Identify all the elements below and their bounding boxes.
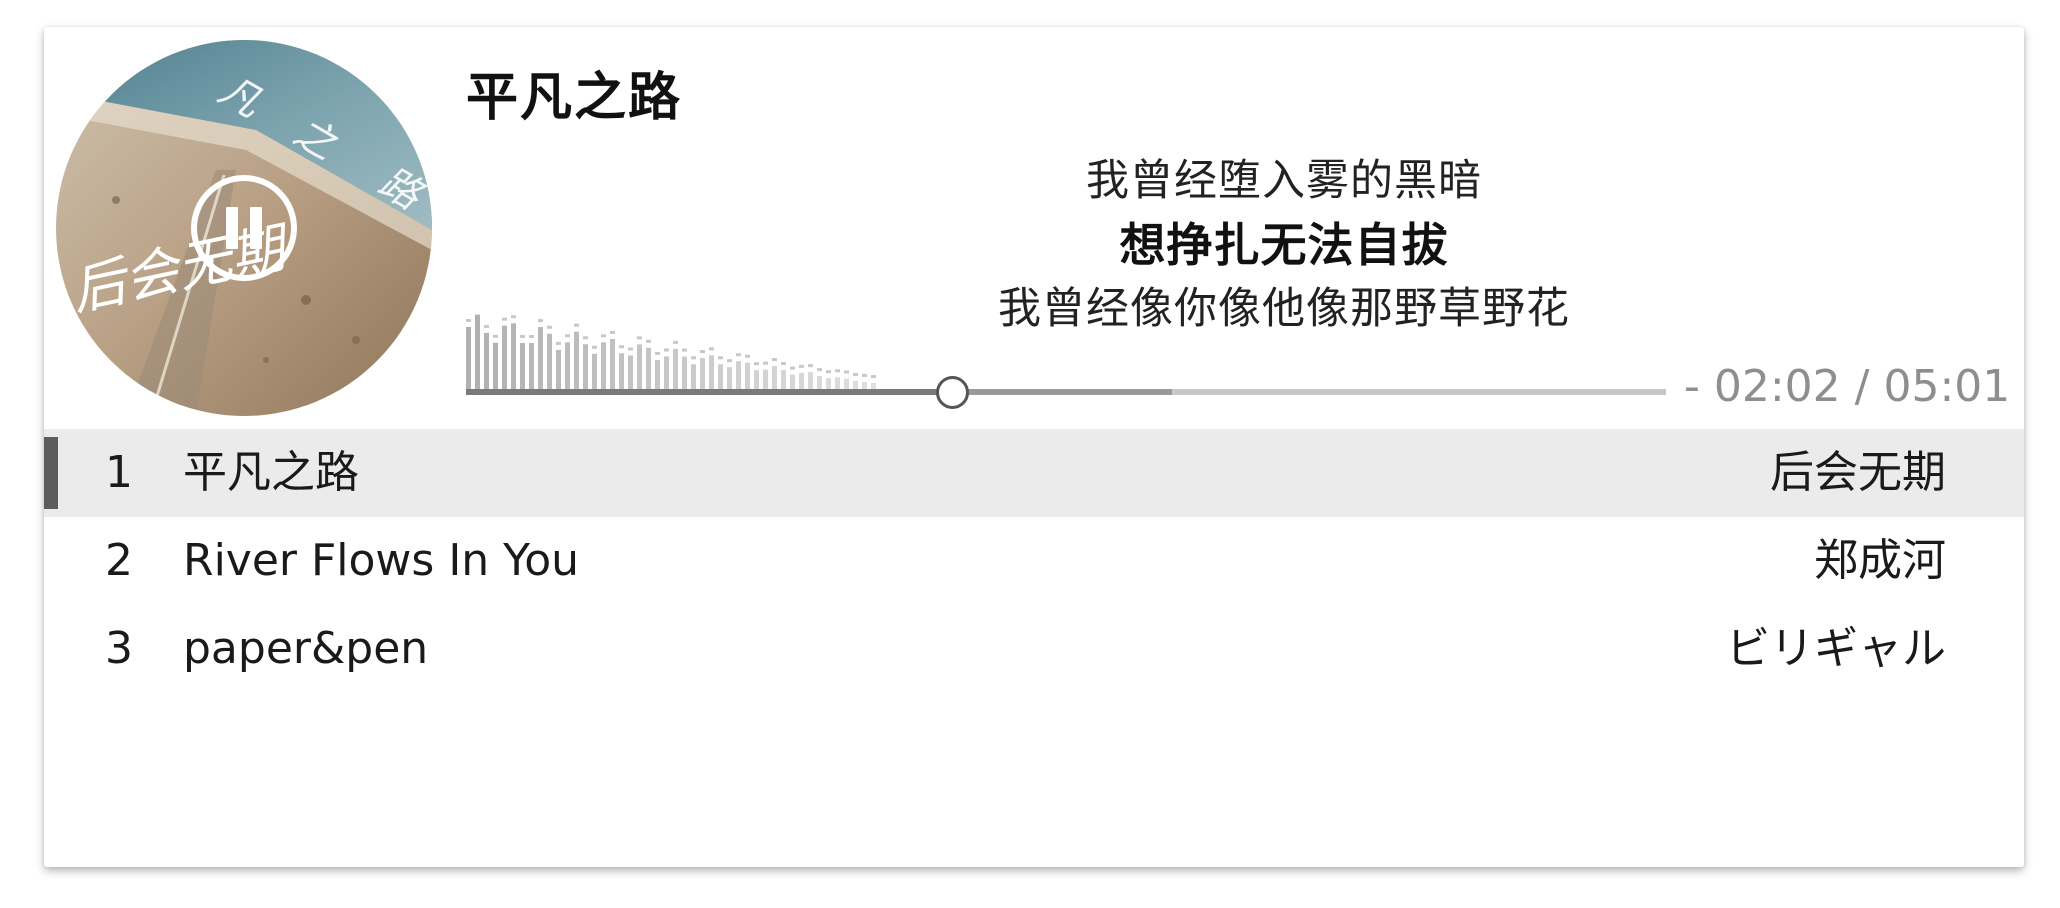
progress-thumb[interactable] — [936, 376, 969, 409]
visualizer-peak — [808, 364, 813, 368]
time-display: - 02:02 / 05:01 — [1684, 361, 2011, 412]
visualizer-peak — [691, 356, 696, 360]
music-player: 凡 之 路 后会无期 平凡之路 我曾经堕入雾的黑暗 想挣扎无法自拔 我曾经像你像… — [44, 27, 2024, 867]
visualizer-peak — [772, 358, 777, 362]
active-indicator — [44, 437, 58, 509]
visualizer-peak — [538, 319, 543, 323]
track-number: 3 — [105, 623, 133, 674]
track-artist: 郑成河 — [1814, 535, 1946, 586]
lyric-previous: 我曾经堕入雾的黑暗 — [1086, 156, 1482, 206]
visualizer-peak — [565, 334, 570, 338]
visualizer-peak — [610, 330, 615, 334]
visualizer-peak — [700, 350, 705, 354]
track-artist: 后会无期 — [1770, 447, 1946, 498]
visualizer-peak — [736, 353, 741, 357]
visualizer-peak — [547, 325, 552, 329]
progress-slider[interactable] — [466, 376, 1666, 409]
visualizer-peak — [466, 319, 471, 322]
visualizer-peak — [709, 347, 714, 351]
visualizer-peak — [520, 334, 525, 338]
visualizer-peak — [601, 334, 606, 338]
lyric-next: 我曾经像你像他像那野草野花 — [998, 284, 1570, 334]
pause-icon-bar — [250, 207, 262, 249]
track-title: 平凡之路 — [183, 447, 359, 498]
visualizer-peak — [727, 359, 732, 363]
track-title: River Flows In You — [183, 535, 580, 586]
visualizer-peak — [502, 317, 507, 321]
playlist-item[interactable]: 2 River Flows In You 郑成河 — [44, 517, 2024, 605]
playlist-item[interactable]: 1 平凡之路 后会无期 — [44, 429, 2024, 517]
visualizer-peak — [484, 324, 489, 328]
album-cover[interactable]: 凡 之 路 后会无期 — [56, 40, 432, 416]
pause-icon — [226, 207, 238, 249]
visualizer-peak — [628, 347, 633, 351]
playlist: 1 平凡之路 后会无期 2 River Flows In You 郑成河 3 p… — [44, 429, 2024, 693]
visualizer-peak — [493, 334, 498, 338]
visualizer-peak — [664, 348, 669, 352]
visualizer-peak — [835, 369, 840, 373]
visualizer-peak — [826, 370, 831, 374]
visualizer-peak — [790, 366, 795, 370]
visualizer-peak — [682, 348, 687, 352]
visualizer-peak — [592, 345, 597, 349]
visualizer-peak — [799, 364, 804, 368]
song-title: 平凡之路 — [466, 68, 683, 128]
visualizer-peak — [745, 354, 750, 358]
track-artist: ビリギャル — [1726, 623, 1946, 674]
visualizer-peak — [817, 368, 822, 372]
visualizer-peak — [511, 315, 516, 319]
track-number: 1 — [105, 447, 133, 498]
lyric-current: 想挣扎无法自拔 — [1119, 218, 1449, 272]
visualizer-peak — [754, 362, 759, 366]
visualizer-peak — [763, 361, 768, 365]
visualizer-peak — [718, 356, 723, 360]
visualizer-peak — [637, 336, 642, 340]
visualizer-peak — [646, 339, 651, 343]
visualizer-peak — [853, 372, 858, 376]
track-number: 2 — [105, 535, 133, 586]
visualizer-peak — [655, 351, 660, 355]
lyrics-panel: 我曾经堕入雾的黑暗 想挣扎无法自拔 我曾经像你像他像那野草野花 — [864, 149, 1704, 341]
playlist-item[interactable]: 3 paper&pen ビリギャル — [44, 605, 2024, 693]
visualizer-peak — [529, 335, 534, 339]
visualizer-peak — [781, 361, 786, 365]
visualizer-peak — [673, 340, 678, 344]
progress-played — [466, 389, 952, 395]
visualizer-peak — [844, 370, 849, 374]
visualizer-peak — [556, 341, 561, 345]
track-title: paper&pen — [183, 623, 429, 674]
visualizer-peak — [574, 323, 579, 327]
visualizer-peak — [583, 336, 588, 340]
visualizer-peak — [619, 345, 624, 349]
pause-button[interactable] — [191, 175, 297, 281]
